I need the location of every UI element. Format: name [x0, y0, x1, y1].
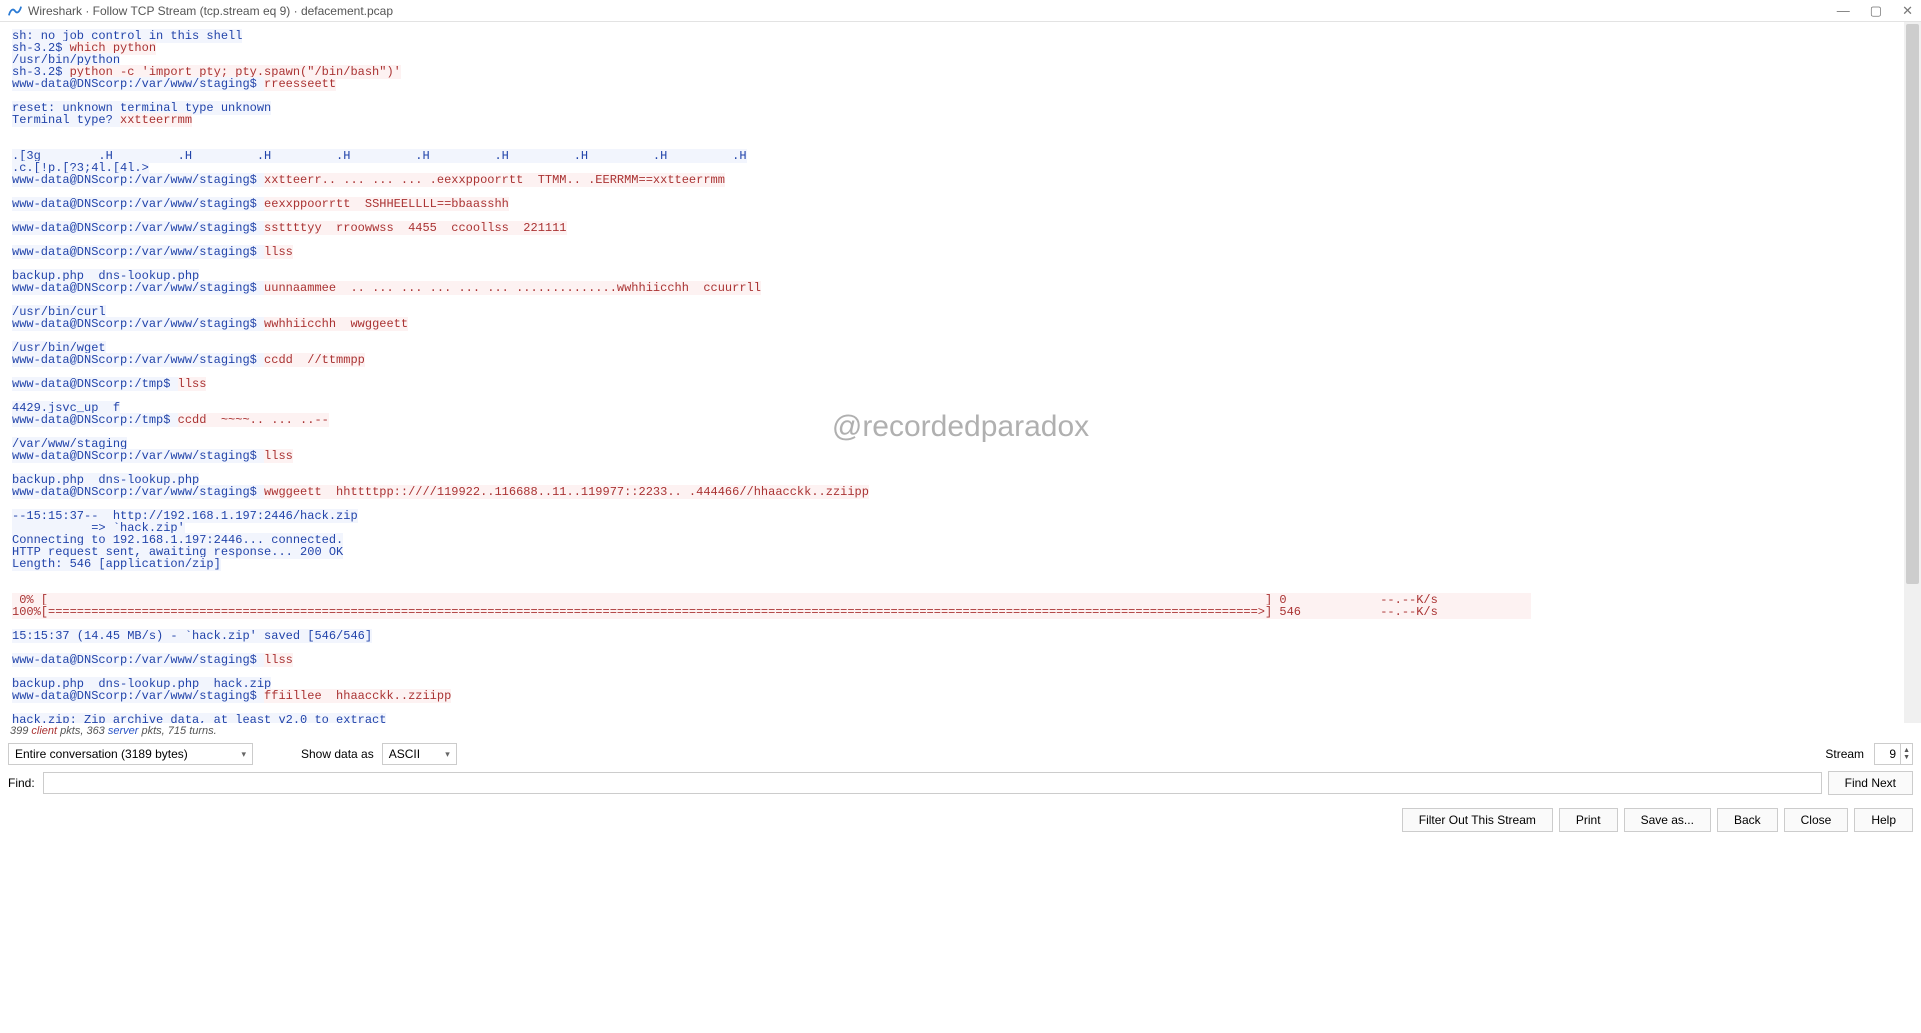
minimize-button[interactable]: — [1837, 3, 1850, 19]
server-text: 15:15:37 (14.45 MB/s) - `hack.zip' saved… [12, 629, 372, 643]
server-text: www-data@DNScorp:/var/www/staging$ [12, 77, 264, 91]
server-text: www-data@DNScorp:/var/www/staging$ [12, 485, 264, 499]
wireshark-icon [8, 4, 22, 18]
watermark: @recordedparadox [832, 412, 1089, 442]
client-text: 100%[===================================… [12, 605, 1531, 619]
print-button[interactable]: Print [1559, 808, 1618, 832]
close-window-button[interactable]: ✕ [1902, 3, 1913, 19]
server-text: www-data@DNScorp:/var/www/staging$ [12, 449, 264, 463]
close-button[interactable]: Close [1784, 808, 1849, 832]
client-text: ssttttyy rroowwss 4455 ccoollss 221111 [264, 221, 566, 235]
server-text: www-data@DNScorp:/tmp$ [12, 413, 178, 427]
server-text: Terminal type? [12, 113, 120, 127]
server-text: www-data@DNScorp:/var/www/staging$ [12, 353, 264, 367]
conversation-value: Entire conversation (3189 bytes) [15, 747, 188, 761]
server-text: Length: 546 [application/zip] [12, 557, 221, 571]
chevron-down-icon[interactable]: ▼ [1903, 754, 1910, 761]
controls-row: Entire conversation (3189 bytes) Show da… [0, 739, 1921, 769]
maximize-button[interactable]: ▢ [1870, 3, 1882, 19]
client-text: xxtteerr.. ... ... ... .eexxppoorrtt TTM… [264, 173, 725, 187]
packet-stats: 399 client pkts, 363 server pkts, 715 tu… [0, 723, 1921, 739]
find-next-button[interactable]: Find Next [1828, 771, 1913, 795]
client-text: llss [264, 245, 293, 259]
window-title: Wireshark · Follow TCP Stream (tcp.strea… [28, 4, 1837, 18]
client-text: wwggeett hhttttpp::////119922..116688..1… [264, 485, 869, 499]
client-text: eexxppoorrtt SSHHEELLLL==bbaasshh [264, 197, 509, 211]
scrollbar-vertical[interactable] [1904, 22, 1921, 723]
client-text: ccdd //ttmmpp [264, 353, 365, 367]
client-text: llss [178, 377, 207, 391]
conversation-select[interactable]: Entire conversation (3189 bytes) [8, 743, 253, 765]
chevron-up-icon[interactable]: ▲ [1903, 747, 1910, 754]
server-text: hack.zip: Zip archive data, at least v2.… [12, 713, 386, 723]
server-text: www-data@DNScorp:/var/www/staging$ [12, 653, 264, 667]
client-text: rreesseett [264, 77, 336, 91]
window-controls: — ▢ ✕ [1837, 3, 1913, 19]
server-text: www-data@DNScorp:/var/www/staging$ [12, 173, 264, 187]
client-text: llss [264, 449, 293, 463]
server-text: www-data@DNScorp:/var/www/staging$ [12, 689, 264, 703]
show-data-as-label: Show data as [301, 747, 374, 761]
help-button[interactable]: Help [1854, 808, 1913, 832]
stream-spinner[interactable]: 9 ▲▼ [1874, 743, 1913, 765]
find-row: Find: Find Next [0, 769, 1921, 801]
stream-label: Stream [1825, 747, 1864, 761]
find-input[interactable] [43, 772, 1822, 794]
find-label: Find: [8, 776, 35, 790]
client-text: xxtteerrmm [120, 113, 192, 127]
client-text: ccdd ~~~~.. ... ..-- [178, 413, 329, 427]
titlebar: Wireshark · Follow TCP Stream (tcp.strea… [0, 0, 1921, 22]
server-text: www-data@DNScorp:/var/www/staging$ [12, 245, 264, 259]
server-text: www-data@DNScorp:/var/www/staging$ [12, 317, 264, 331]
scrollbar-thumb[interactable] [1906, 24, 1919, 584]
client-text: llss [264, 653, 293, 667]
filter-out-stream-button[interactable]: Filter Out This Stream [1402, 808, 1553, 832]
stream-value: 9 [1875, 744, 1901, 764]
client-text: ffiillee hhaacckk..zziipp [264, 689, 451, 703]
dialog-buttons: Filter Out This Stream Print Save as... … [0, 801, 1921, 840]
client-text: uunnaammee .. ... ... ... ... ... ......… [264, 281, 761, 295]
show-data-as-select[interactable]: ASCII [382, 743, 457, 765]
server-text: www-data@DNScorp:/var/www/staging$ [12, 197, 264, 211]
save-as-button[interactable]: Save as... [1624, 808, 1711, 832]
spinner-arrows[interactable]: ▲▼ [1901, 747, 1912, 761]
server-text: www-data@DNScorp:/var/www/staging$ [12, 281, 264, 295]
show-data-as-value: ASCII [389, 747, 420, 761]
server-text: www-data@DNScorp:/var/www/staging$ [12, 221, 264, 235]
client-text: wwhhiicchh wwggeett [264, 317, 408, 331]
server-text: www-data@DNScorp:/tmp$ [12, 377, 178, 391]
back-button[interactable]: Back [1717, 808, 1778, 832]
stream-content[interactable]: @recordedparadoxsh: no job control in th… [0, 22, 1921, 723]
